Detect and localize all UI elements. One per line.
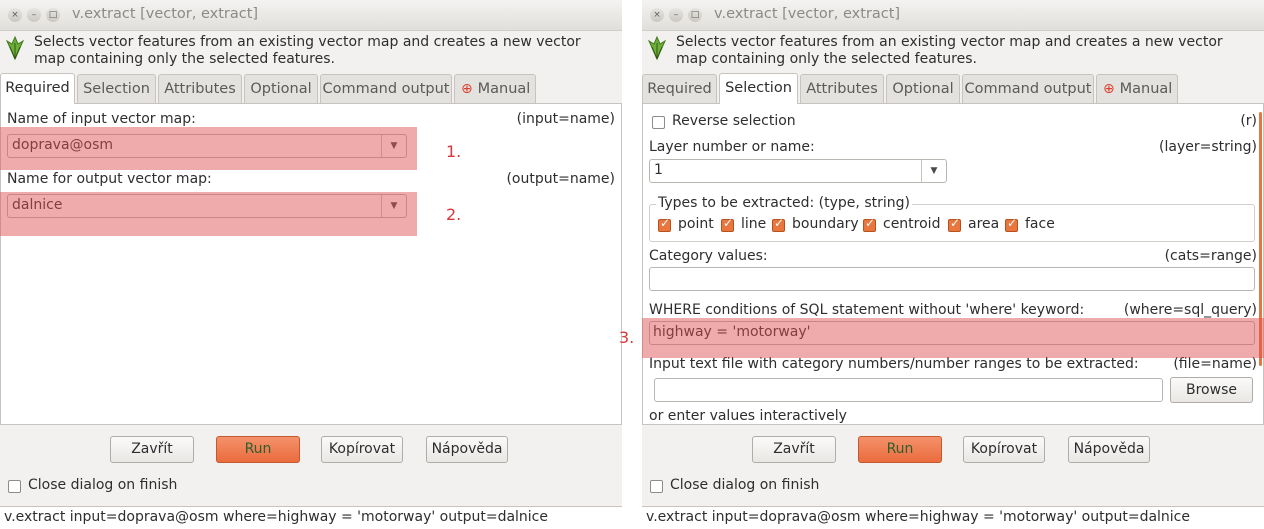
tab-manual[interactable]: ⊕ Manual xyxy=(454,74,536,103)
title-bar: × – □ v.extract [vector, extract] xyxy=(642,0,1264,31)
interactive-label: or enter values interactively xyxy=(649,408,847,424)
help-button[interactable]: Nápověda xyxy=(1068,436,1150,463)
tab-manual-label: Manual xyxy=(1119,81,1173,97)
run-button[interactable]: Run xyxy=(216,436,300,463)
highlight-input xyxy=(0,127,417,170)
tab-optional[interactable]: Optional xyxy=(886,74,960,103)
output-map-label: Name for output vector map: xyxy=(7,171,212,187)
lifebuoy-icon: ⊕ xyxy=(461,81,473,97)
close-on-finish-label: Close dialog on finish xyxy=(670,477,820,493)
type-area-checkbox[interactable] xyxy=(948,216,961,232)
type-line-checkbox[interactable] xyxy=(721,216,734,232)
tab-command-output[interactable]: Command output xyxy=(320,74,452,103)
highlight-output xyxy=(0,192,417,236)
where-label: WHERE conditions of SQL statement withou… xyxy=(649,302,1085,318)
type-face-label: face xyxy=(1025,216,1055,232)
type-boundary-label: boundary xyxy=(792,216,859,232)
close-on-finish-checkbox[interactable] xyxy=(650,480,663,493)
layer-value: 1 xyxy=(654,162,663,178)
run-button[interactable]: Run xyxy=(858,436,942,463)
window-title: v.extract [vector, extract] xyxy=(72,6,259,22)
layer-combo[interactable]: 1 ▼ xyxy=(649,159,947,183)
output-map-key: (output=name) xyxy=(506,171,615,187)
cats-label: Category values: xyxy=(649,248,768,264)
annotation-1: 1. xyxy=(446,142,462,161)
window-title: v.extract [vector, extract] xyxy=(714,6,901,22)
close-on-finish-checkbox[interactable] xyxy=(8,480,21,493)
tab-bar: Required Selection Attributes Optional C… xyxy=(642,73,1264,104)
close-button[interactable]: Zavřít xyxy=(752,436,836,463)
copy-button[interactable]: Kopírovat xyxy=(321,436,403,463)
type-point-checkbox[interactable] xyxy=(658,216,671,232)
command-line-text: v.extract input=doprava@osm where=highwa… xyxy=(4,509,548,525)
close-button[interactable]: Zavřít xyxy=(110,436,194,463)
module-description: Selects vector features from an existing… xyxy=(676,34,1223,67)
command-line: v.extract input=doprava@osm where=highwa… xyxy=(0,506,622,529)
help-button[interactable]: Nápověda xyxy=(426,436,508,463)
minimize-window-icon[interactable]: – xyxy=(27,8,41,22)
annotation-2: 2. xyxy=(446,205,462,224)
layer-key: (layer=string) xyxy=(1159,139,1257,155)
file-input[interactable] xyxy=(654,378,1163,402)
minimize-window-icon[interactable]: – xyxy=(669,8,683,22)
command-line-text: v.extract input=doprava@osm where=highwa… xyxy=(646,509,1190,525)
type-centroid-label: centroid xyxy=(883,216,941,232)
chevron-down-icon[interactable]: ▼ xyxy=(921,160,946,182)
where-key: (where=sql_query) xyxy=(1123,302,1257,318)
dialog-left: × – □ v.extract [vector, extract] Select… xyxy=(0,0,622,529)
tab-command-output[interactable]: Command output xyxy=(962,74,1094,103)
reverse-selection-label: Reverse selection xyxy=(672,113,796,129)
command-line: v.extract input=doprava@osm where=highwa… xyxy=(642,506,1264,529)
type-centroid-checkbox[interactable] xyxy=(863,216,876,232)
browse-button[interactable]: Browse xyxy=(1170,377,1253,403)
highlight-where xyxy=(642,318,1264,358)
cats-input[interactable] xyxy=(649,267,1255,291)
file-key: (file=name) xyxy=(1173,356,1257,372)
selection-panel: Reverse selection (r) Layer number or na… xyxy=(642,103,1264,425)
close-window-icon[interactable]: × xyxy=(650,8,664,22)
tab-attributes[interactable]: Attributes xyxy=(158,74,242,103)
tab-required[interactable]: Required xyxy=(642,74,717,103)
type-face-checkbox[interactable] xyxy=(1005,216,1018,232)
dialog-right: × – □ v.extract [vector, extract] Select… xyxy=(642,0,1264,529)
input-map-label: Name of input vector map: xyxy=(7,111,196,127)
tab-selection[interactable]: Selection xyxy=(719,73,798,104)
type-line-label: line xyxy=(741,216,767,232)
tab-bar: Required Selection Attributes Optional C… xyxy=(0,73,622,104)
cats-key: (cats=range) xyxy=(1164,248,1257,264)
copy-button[interactable]: Kopírovat xyxy=(963,436,1045,463)
layer-label: Layer number or name: xyxy=(649,139,815,155)
annotation-3: 3. xyxy=(619,328,635,347)
maximize-window-icon[interactable]: □ xyxy=(688,8,702,22)
lifebuoy-icon: ⊕ xyxy=(1103,81,1115,97)
close-on-finish-label: Close dialog on finish xyxy=(28,477,178,493)
file-label: Input text file with category numbers/nu… xyxy=(649,356,1139,372)
tab-selection[interactable]: Selection xyxy=(77,74,156,103)
types-label: Types to be extracted: (type, string) xyxy=(656,195,912,211)
tab-manual[interactable]: ⊕ Manual xyxy=(1096,74,1178,103)
grass-logo-icon xyxy=(5,35,25,61)
close-window-icon[interactable]: × xyxy=(8,8,22,22)
type-area-label: area xyxy=(968,216,1000,232)
type-point-label: point xyxy=(678,216,714,232)
grass-logo-icon xyxy=(647,35,667,61)
title-bar: × – □ v.extract [vector, extract] xyxy=(0,0,622,31)
tab-optional[interactable]: Optional xyxy=(244,74,318,103)
maximize-window-icon[interactable]: □ xyxy=(46,8,60,22)
module-description: Selects vector features from an existing… xyxy=(34,34,581,67)
tab-attributes[interactable]: Attributes xyxy=(800,74,884,103)
tab-required[interactable]: Required xyxy=(0,73,75,104)
reverse-selection-checkbox[interactable] xyxy=(652,116,665,129)
tab-manual-label: Manual xyxy=(477,81,531,97)
reverse-selection-key: (r) xyxy=(1240,113,1257,129)
type-boundary-checkbox[interactable] xyxy=(772,216,785,232)
input-map-key: (input=name) xyxy=(516,111,615,127)
